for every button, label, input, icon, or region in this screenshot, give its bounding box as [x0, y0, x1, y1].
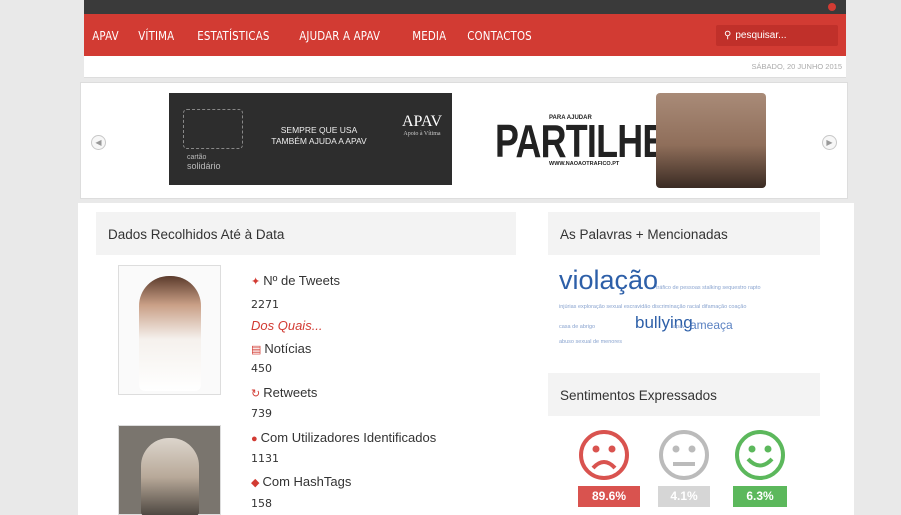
campaign-photo-man — [118, 425, 221, 515]
campaign-photo-bride — [118, 265, 221, 395]
slider-prev-button[interactable]: ◀ — [91, 135, 106, 150]
top-bar-icon — [828, 3, 836, 11]
pin-icon: ✦ — [251, 276, 261, 288]
search-placeholder: pesquisar... — [735, 30, 787, 41]
hashtags-label: ◆ Com HashTags — [251, 474, 352, 489]
word-apav[interactable]: apav — [673, 324, 685, 330]
banner-message: SEMPRE QUE USA TAMBÉM AJUDA A APAV — [271, 125, 367, 146]
words-panel-title: As Palavras + Mencionadas — [548, 212, 820, 255]
neutral-face-icon — [659, 430, 709, 480]
main-nav: APAV VÍTIMA ESTATÍSTICAS AJUDAR A APAV M… — [84, 14, 846, 56]
search-input[interactable]: ⚲ pesquisar... — [716, 25, 838, 46]
word-cloud-line[interactable]: abuso sexual de menores — [559, 339, 622, 345]
sentiment-faces — [573, 426, 813, 486]
banner-slider: ◀ cartão solidário SEMPRE QUE USA TAMBÉM A… — [80, 82, 848, 199]
nav-item-estatisticas[interactable]: ESTATÍSTICAS — [189, 28, 278, 43]
nav-item-contactos[interactable]: CONTACTOS — [459, 28, 540, 43]
retweet-icon: ↻ — [251, 388, 261, 400]
sad-face-icon — [579, 430, 629, 480]
current-date: SÁBADO, 20 JUNHO 2015 — [751, 62, 842, 71]
hashtags-value: 158 — [251, 497, 272, 510]
banner-url: WWW.NAOAOTRAFICO.PT — [549, 161, 620, 167]
hands-logo-icon — [183, 109, 243, 149]
top-bar — [84, 0, 846, 14]
users-value: 1131 — [251, 452, 279, 465]
cartao-solidario-logo: cartão solidário — [187, 154, 221, 171]
negative-percent-badge: 89.6% — [578, 486, 640, 507]
newspaper-icon: ▤ — [251, 344, 262, 356]
nav-item-apav[interactable]: APAV — [84, 28, 127, 43]
happy-face-icon — [735, 430, 785, 480]
stats-panel-title: Dados Recolhidos Até à Data — [96, 212, 516, 255]
nav-item-ajudar[interactable]: AJUDAR A APAV — [291, 28, 388, 43]
nav-item-media[interactable]: MEDIA — [404, 28, 454, 43]
sentiment-panel-title: Sentimentos Expressados — [548, 373, 820, 416]
of-which-label: Dos Quais... — [251, 318, 323, 333]
retweets-label: ↻ Retweets — [251, 385, 318, 400]
tweets-label: ✦ Nº de Tweets — [251, 273, 340, 288]
positive-percent-badge: 6.3% — [733, 486, 787, 507]
search-icon: ⚲ — [724, 30, 732, 41]
banner-cartao-solidario[interactable]: cartão solidário SEMPRE QUE USA TAMBÉM AJU… — [169, 93, 452, 185]
tag-icon: ◆ — [251, 477, 260, 489]
word-cloud-line[interactable]: tráfico de pessoas stalking sequestro ra… — [656, 285, 761, 291]
banner-title: PARTILHE — [495, 115, 666, 167]
tweets-value: 2271 — [251, 298, 279, 311]
news-value: 450 — [251, 362, 272, 375]
apav-logo: APAV Apoio à Vítima — [401, 113, 442, 137]
date-bar: SÁBADO, 20 JUNHO 2015 — [84, 56, 846, 78]
news-label: ▤ Notícias — [251, 341, 312, 356]
users-label: ● Com Utilizadores Identificados — [251, 430, 437, 445]
neutral-percent-badge: 4.1% — [658, 486, 710, 507]
bride-image — [139, 276, 201, 391]
word-cloud-line[interactable]: injúrias exploração sexual escravidão di… — [559, 304, 746, 310]
word-violacao[interactable]: violação — [559, 265, 658, 296]
man-image — [141, 438, 199, 515]
slider-next-button[interactable]: ▶ — [822, 135, 837, 150]
user-icon: ● — [251, 433, 258, 445]
retweets-value: 739 — [251, 407, 272, 420]
word-casa-de-abrigo[interactable]: casa de abrigo — [559, 324, 595, 330]
word-ameaca[interactable]: ameaça — [690, 318, 733, 332]
nav-item-vitima[interactable]: VÍTIMA — [130, 28, 183, 43]
campaign-face-image — [656, 93, 766, 188]
word-cloud: violação tráfico de pessoas stalking seq… — [549, 255, 821, 360]
word-bullying[interactable]: bullying — [635, 313, 693, 333]
